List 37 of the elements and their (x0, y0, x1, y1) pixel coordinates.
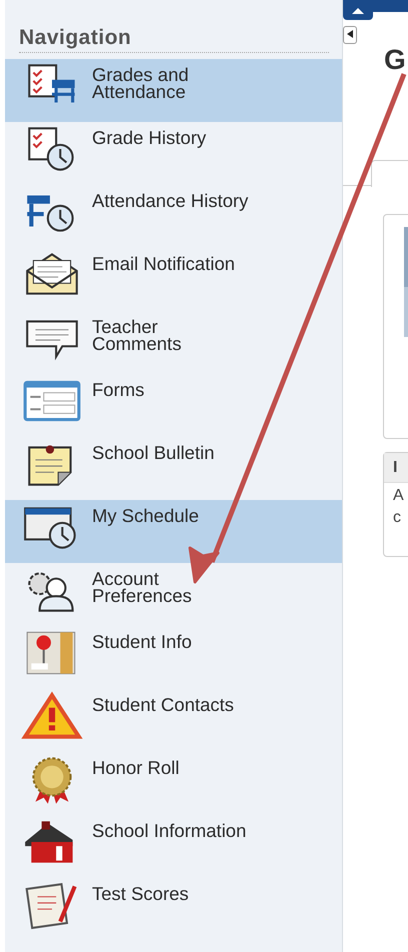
nav-label: Teacher Comments (92, 315, 182, 352)
nav-item[interactable]: Email Notification (5, 248, 342, 311)
collapse-sidebar-button[interactable] (343, 26, 357, 44)
nav-label: Email Notification (92, 252, 236, 272)
nav-item[interactable]: School Bulletin (5, 437, 342, 500)
nav-item[interactable]: Teacher Comments (5, 311, 342, 374)
nav-label: Account Preferences (92, 567, 193, 604)
nav-item[interactable]: Grade History (5, 122, 342, 185)
nav-label: My Schedule (92, 504, 200, 524)
panel-text: c (392, 508, 402, 527)
nav-item[interactable]: Student Contacts (5, 689, 342, 752)
nav-item[interactable]: Account Preferences (5, 563, 342, 626)
nav-label: Test Scores (92, 882, 190, 902)
nav-label: School Information (92, 819, 248, 839)
alert-sign-icon (21, 691, 83, 741)
nav-label: Attendance History (92, 189, 250, 209)
nav-item[interactable]: School Information (5, 815, 342, 878)
nav-label: Student Contacts (92, 693, 235, 713)
nav-label: Grades and Attendance (92, 63, 190, 100)
page-title: G (384, 44, 406, 76)
nav-label: Grade History (92, 126, 208, 146)
nav-label: Honor Roll (92, 756, 180, 776)
nav-item[interactable]: Attendance History (5, 185, 342, 248)
nav-label: Forms (92, 378, 146, 398)
nav-item[interactable]: Test Scores (5, 878, 342, 941)
caret-icon (351, 6, 365, 14)
panel-text: A (392, 486, 405, 505)
sidebar-title: Navigation (19, 26, 329, 53)
nav-label: School Bulletin (92, 441, 216, 461)
panel-header: I (384, 453, 408, 483)
nav-item[interactable]: Honor Roll (5, 752, 342, 815)
nav-item[interactable]: Grades and Attendance (5, 59, 342, 122)
nav-item[interactable]: Forms (5, 374, 342, 437)
nav-item[interactable]: Student Info (5, 626, 342, 689)
nav-item[interactable]: My Schedule (5, 500, 342, 563)
nav-label: Student Info (92, 630, 193, 650)
caret-icon (347, 30, 353, 38)
